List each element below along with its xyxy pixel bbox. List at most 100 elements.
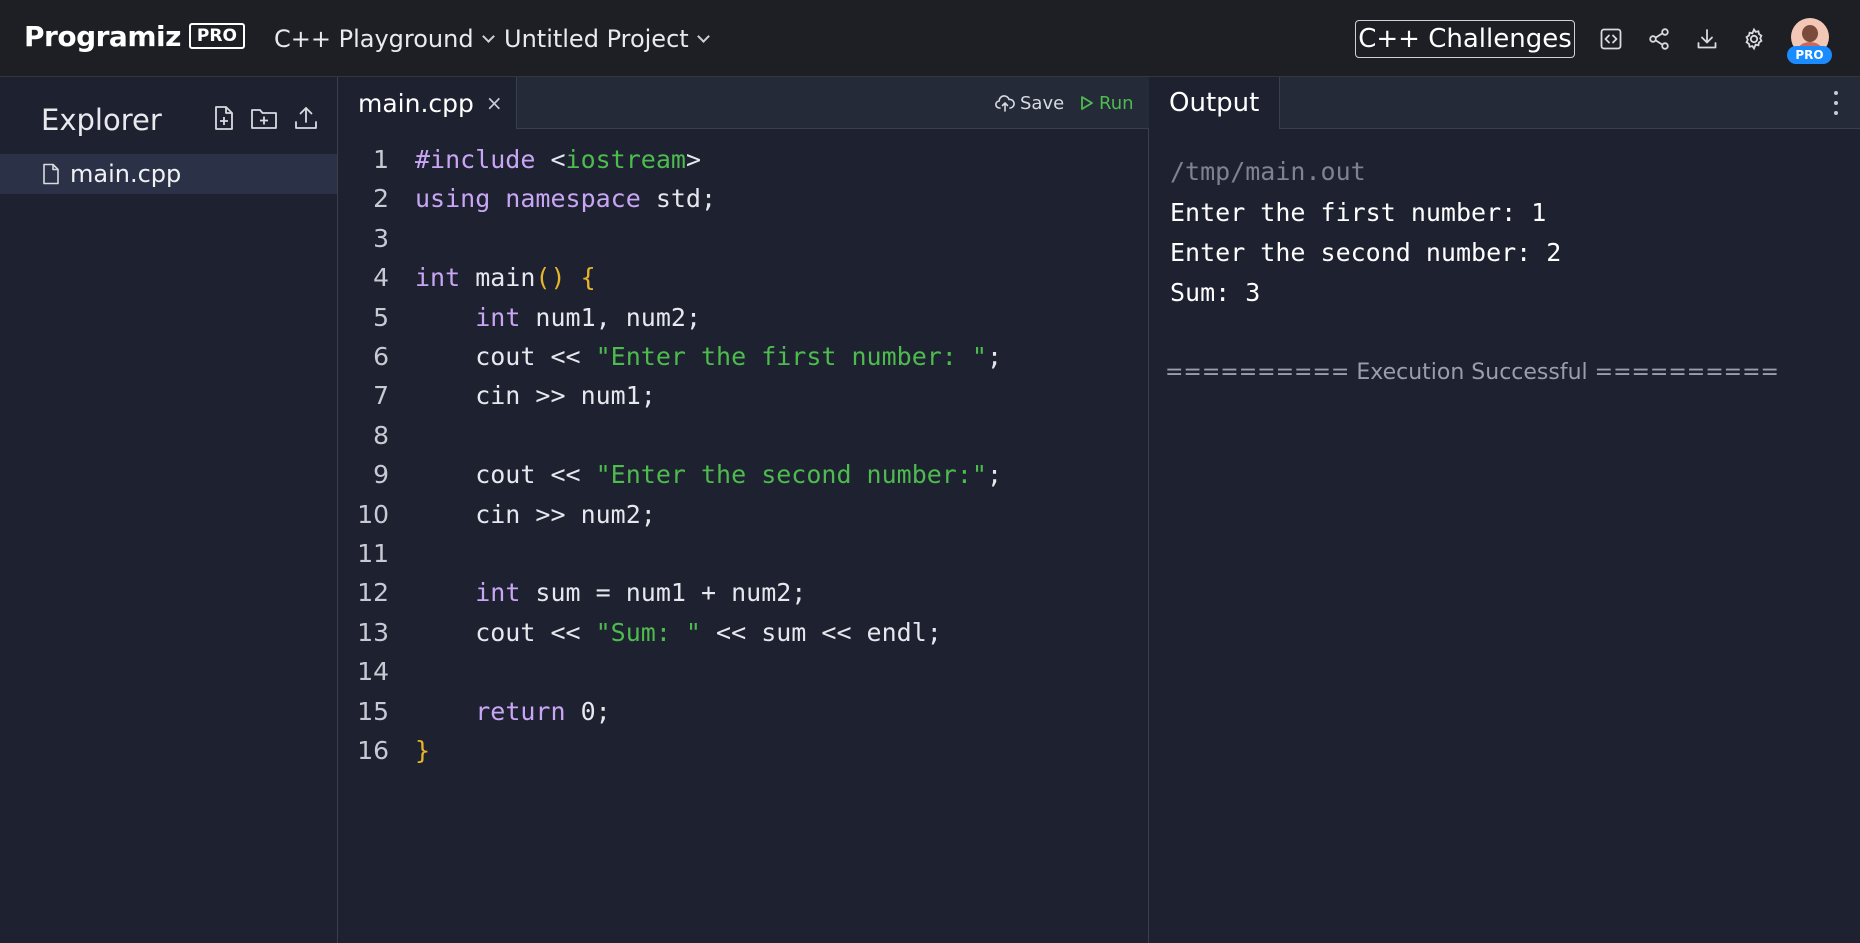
line-number: 4 [373, 263, 389, 292]
play-icon [1081, 96, 1093, 110]
line-number: 8 [373, 421, 389, 450]
playground-menu-label: C++ Playground [274, 25, 474, 53]
output-tab-bar: Output [1150, 77, 1860, 129]
challenges-button[interactable]: C++ Challenges [1355, 20, 1575, 58]
code-token: int [415, 263, 461, 292]
embed-icon[interactable] [1596, 24, 1626, 54]
line-number: 6 [373, 342, 389, 371]
chevron-down-icon [481, 29, 495, 43]
project-menu-label: Untitled Project [504, 25, 689, 53]
logo-pro-badge: PRO [188, 23, 245, 49]
line-number: 10 [357, 500, 389, 529]
code-token: () { [535, 263, 596, 292]
execution-status: ========== Execution Successful ========… [1165, 360, 1779, 385]
output-panel: Output /tmp/main.out Enter the first num… [1150, 77, 1860, 943]
code-token: ; [986, 460, 1003, 489]
run-label: Run [1099, 92, 1134, 114]
code-token: cin >> num1; [415, 381, 656, 410]
code-token: << sum << endl; [700, 618, 942, 647]
code-line[interactable]: 6 cout << "Enter the first number: "; [339, 342, 1139, 376]
new-folder-icon[interactable] [250, 103, 278, 133]
line-number: 9 [373, 460, 389, 489]
code-text: int sum = num1 + num2; [415, 578, 806, 607]
more-options-icon[interactable] [1830, 91, 1842, 115]
code-token: return [475, 697, 566, 726]
code-text: cout << "Enter the second number:"; [415, 460, 1002, 489]
playground-menu[interactable]: C++ Playground [274, 22, 495, 56]
close-icon[interactable]: × [486, 91, 503, 115]
line-number: 16 [357, 736, 389, 765]
code-token: 0; [565, 697, 611, 726]
code-token: iostream [565, 145, 686, 174]
new-file-icon[interactable] [210, 103, 238, 133]
code-line[interactable]: 7 cin >> num1; [339, 381, 1139, 415]
code-editor: main.cpp × Save Run 1 #include <iostream>… [339, 77, 1149, 943]
code-line[interactable]: 5 int num1, num2; [339, 303, 1139, 337]
code-token: cout << [415, 342, 596, 371]
code-line[interactable]: 13 cout << "Sum: " << sum << endl; [339, 618, 1139, 652]
code-token: > [685, 145, 702, 174]
code-line[interactable]: 15 return 0; [339, 697, 1139, 731]
code-text: cout << "Enter the first number: "; [415, 342, 1002, 371]
code-token: int [475, 303, 521, 332]
code-token: num1, num2; [520, 303, 701, 332]
explorer-title: Explorer [41, 103, 162, 137]
code-line[interactable]: 1 #include <iostream> [339, 145, 1139, 179]
code-line[interactable]: 9 cout << "Enter the second number:"; [339, 460, 1139, 494]
upload-icon[interactable] [292, 103, 320, 133]
code-text: cin >> num1; [415, 381, 656, 410]
file-icon [43, 163, 59, 185]
save-button[interactable]: Save [995, 90, 1064, 116]
download-icon[interactable] [1692, 24, 1722, 54]
code-token: cout << [415, 460, 596, 489]
code-token: } [415, 736, 431, 765]
run-button[interactable]: Run [1080, 90, 1134, 116]
output-path: /tmp/main.out [1170, 157, 1366, 186]
code-text: } [415, 736, 430, 765]
code-token: using namespace [415, 184, 641, 213]
code-token: "Sum: " [595, 618, 701, 647]
line-number: 3 [373, 224, 389, 253]
code-line[interactable]: 3 [339, 224, 1139, 258]
code-token: "Enter the first number: " [595, 342, 987, 371]
line-number: 5 [373, 303, 389, 332]
code-token: < [550, 145, 566, 174]
code-text: int num1, num2; [415, 303, 701, 332]
code-token: ; [986, 342, 1003, 371]
code-text: return 0; [415, 697, 611, 726]
project-menu[interactable]: Untitled Project [504, 22, 710, 56]
code-token: cin >> num2; [415, 500, 656, 529]
code-token: main [460, 263, 536, 292]
tab-output[interactable]: Output [1150, 77, 1280, 129]
code-line[interactable]: 2 using namespace std; [339, 184, 1139, 218]
code-text: #include <iostream> [415, 145, 701, 174]
programiz-logo[interactable]: Programiz PRO [24, 16, 245, 56]
line-number: 11 [357, 539, 389, 568]
logo-text: Programiz [24, 19, 181, 53]
share-icon[interactable] [1644, 24, 1674, 54]
line-number: 1 [373, 145, 389, 174]
tab-main-cpp[interactable]: main.cpp × [339, 77, 517, 129]
code-token: cout << [415, 618, 596, 647]
line-number: 15 [357, 697, 389, 726]
save-label: Save [1020, 92, 1065, 114]
line-number: 14 [357, 657, 389, 686]
tab-label: main.cpp [358, 88, 474, 118]
code-text: int main() { [415, 263, 596, 292]
top-bar: Programiz PRO C++ Playground Untitled Pr… [0, 0, 1860, 77]
code-line[interactable]: 4 int main() { [339, 263, 1139, 297]
code-text: using namespace std; [415, 184, 716, 213]
output-line: Sum: 3 [1170, 278, 1261, 307]
code-line[interactable]: 14 [339, 657, 1139, 691]
output-line: Enter the first number: 1 [1170, 198, 1547, 227]
code-line[interactable]: 12 int sum = num1 + num2; [339, 578, 1139, 612]
code-line[interactable]: 10 cin >> num2; [339, 500, 1139, 534]
code-line[interactable]: 8 [339, 421, 1139, 455]
avatar-pro-badge: PRO [1787, 46, 1832, 64]
cloud-upload-icon [995, 95, 1015, 112]
code-line[interactable]: 11 [339, 539, 1139, 573]
file-item-main-cpp[interactable]: main.cpp [0, 154, 337, 194]
code-line[interactable]: 16} [339, 736, 1139, 770]
settings-icon[interactable] [1739, 24, 1769, 54]
